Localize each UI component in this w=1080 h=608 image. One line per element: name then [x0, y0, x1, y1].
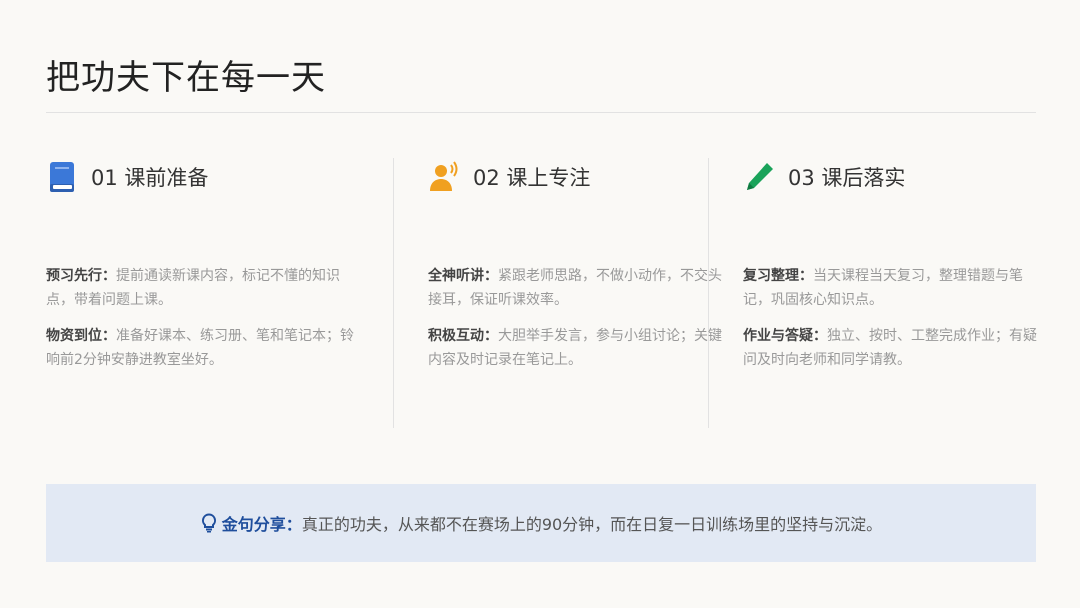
item-key: 作业与答疑：	[743, 328, 827, 344]
list-item: 作业与答疑：独立、按时、工整完成作业；有疑问及时向老师和同学请教。	[743, 324, 1043, 372]
item-key: 物资到位：	[46, 328, 116, 344]
list-item: 全神听讲：紧跟老师思路，不做小动作，不交头接耳，保证听课效率。	[428, 264, 728, 312]
column-header: 01 课前准备	[46, 158, 366, 196]
page-title: 把功夫下在每一天	[46, 58, 326, 98]
quote-lead: 金句分享：	[221, 515, 302, 534]
column-title: 03 课后落实	[788, 166, 906, 190]
item-key: 复习整理：	[743, 268, 813, 284]
quote-text: 真正的功夫，从来都不在赛场上的90分钟，而在日复一日训练场里的坚持与沉淀。	[301, 515, 883, 534]
list-item: 物资到位：准备好课本、练习册、笔和笔记本；铃响前2分钟安静进教室坐好。	[46, 324, 366, 372]
speaker-person-icon	[428, 160, 460, 194]
title-divider	[46, 112, 1036, 113]
item-key: 积极互动：	[428, 328, 498, 344]
column-title: 02 课上专注	[473, 166, 591, 190]
column-before-class: 01 课前准备 预习先行：提前通读新课内容，标记不懂的知识点，带着问题上课。 物…	[46, 158, 366, 428]
pencil-icon	[743, 160, 775, 194]
list-item: 预习先行：提前通读新课内容，标记不懂的知识点，带着问题上课。	[46, 264, 366, 312]
lightbulb-icon	[200, 513, 218, 533]
column-divider	[393, 158, 394, 428]
column-title: 01 课前准备	[91, 166, 209, 190]
book-icon	[46, 160, 78, 194]
list-item: 积极互动：大胆举手发言，参与小组讨论；关键内容及时记录在笔记上。	[428, 324, 728, 372]
column-after-class: 03 课后落实 复习整理：当天课程当天复习，整理错题与笔记，巩固核心知识点。 作…	[743, 158, 1043, 428]
item-key: 预习先行：	[46, 268, 116, 284]
quote-banner: 金句分享： 真正的功夫，从来都不在赛场上的90分钟，而在日复一日训练场里的坚持与…	[46, 484, 1036, 562]
column-header: 03 课后落实	[743, 158, 1043, 196]
column-header: 02 课上专注	[428, 158, 728, 196]
item-key: 全神听讲：	[428, 268, 498, 284]
column-in-class: 02 课上专注 全神听讲：紧跟老师思路，不做小动作，不交头接耳，保证听课效率。 …	[428, 158, 728, 428]
list-item: 复习整理：当天课程当天复习，整理错题与笔记，巩固核心知识点。	[743, 264, 1043, 312]
